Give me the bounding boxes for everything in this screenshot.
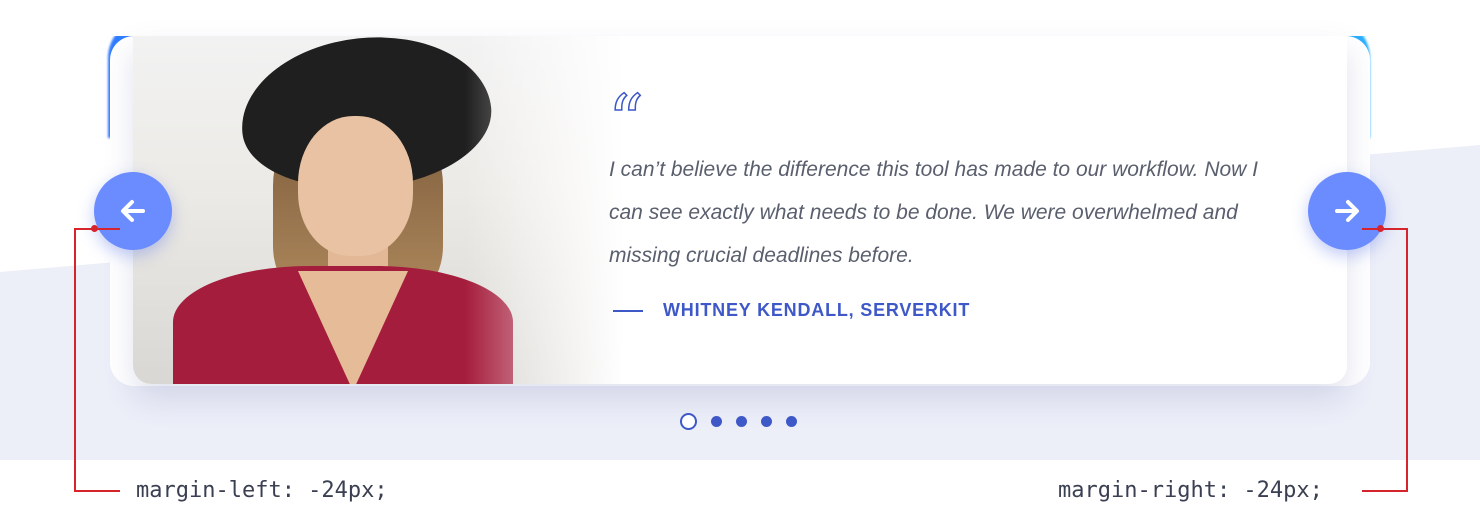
arrow-right-icon [1335,200,1359,222]
annotation-dot-left [91,225,98,232]
carousel-pagination [680,413,797,430]
pagination-dot[interactable] [786,416,797,427]
annotation-bracket-left [74,228,120,492]
pagination-dot[interactable] [680,413,697,430]
testimonial-card: “ I can’t believe the difference this to… [133,36,1347,384]
face-shape [298,116,413,256]
attribution-dash [613,309,643,312]
quote-icon: “ [607,80,644,162]
testimonial-quote: I can’t believe the difference this tool… [609,158,1259,267]
testimonial-photo [133,36,625,384]
annotation-bracket-right [1362,228,1408,492]
glow-mask [92,6,1388,36]
pagination-dot[interactable] [736,416,747,427]
testimonial-attribution: WHITNEY KENDALL, SERVERKIT [613,300,970,321]
annotation-margin-right: margin-right: -24px; [1058,478,1323,503]
testimonial-author: WHITNEY KENDALL, SERVERKIT [663,300,971,320]
pagination-dot[interactable] [711,416,722,427]
pagination-dot[interactable] [761,416,772,427]
arrow-left-icon [121,200,145,222]
annotation-dot-right [1377,225,1384,232]
annotation-margin-left: margin-left: -24px; [136,478,388,503]
